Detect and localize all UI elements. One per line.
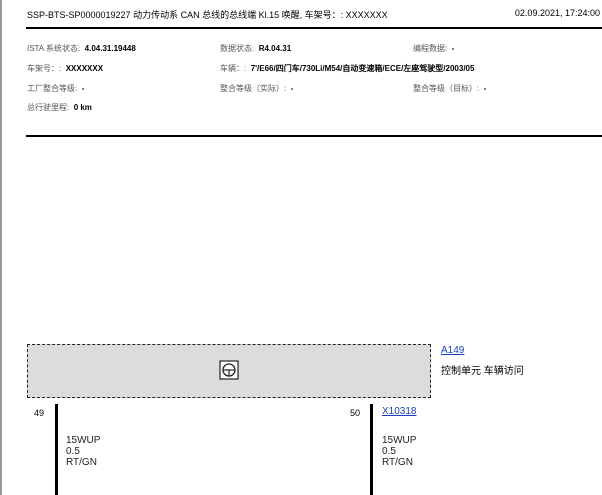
wire-left-cross-section: 0.5 (66, 446, 80, 457)
wire-right-cross-section: 0.5 (382, 446, 396, 457)
ista-status: ISTA 系统状态: 4.04.31.19448 (27, 38, 136, 56)
data-status-value: R4.04.31 (258, 44, 292, 53)
document-id: SSP-BTS-SP0000019227 (27, 10, 131, 20)
factory-integration-value: - (81, 84, 85, 93)
vehicle-value: 7'/E66/四门车/730Li/M54/自动变速箱/ECE/左座驾驶型/200… (250, 64, 475, 73)
total-mileage-value: 0 km (73, 103, 92, 112)
target-integration-value: - (483, 84, 487, 93)
factory-integration-label: 工厂整合等级: (27, 84, 78, 93)
document-header: SSP-BTS-SP0000019227 动力传动系 CAN 总线的总线端 Kl… (27, 8, 388, 21)
ista-status-value: 4.04.31.19448 (84, 44, 136, 53)
wire-label-left: 15WUP 0.5 RT/GN (66, 435, 100, 468)
wire-left-color: RT/GN (66, 457, 97, 468)
data-status: 数据状态: R4.04.31 (220, 38, 291, 56)
ista-status-label: ISTA 系统状态: (27, 44, 81, 53)
wire-right-name: 15WUP (382, 435, 417, 446)
info-divider (26, 135, 602, 137)
component-name: 控制单元 车辆访问 (441, 366, 524, 377)
steering-wheel-icon (219, 360, 239, 380)
wire-right-color: RT/GN (382, 457, 413, 468)
factory-integration-level: 工厂整合等级: - (27, 78, 84, 96)
pin-number-right: 50 (350, 408, 361, 418)
actual-integration-label: 整合等级（实际）: (220, 84, 287, 93)
programming-data: 编程数据: - (413, 38, 454, 56)
programming-data-label: 编程数据: (413, 44, 448, 53)
total-mileage: 总行驶里程: 0 km (27, 97, 92, 115)
vin-value: XXXXXXX (65, 64, 104, 73)
vin: 车架号：: XXXXXXX (27, 58, 103, 76)
target-integration-label: 整合等级（目标）: (413, 84, 480, 93)
vehicle-label: 车辆：: (220, 64, 247, 73)
actual-integration-level: 整合等级（实际）: - (220, 78, 293, 96)
document-datetime: 02.09.2021, 17:24:00 (514, 8, 600, 18)
wire-label-right: 15WUP 0.5 RT/GN (382, 435, 416, 468)
vehicle: 车辆：: 7'/E66/四门车/730Li/M54/自动变速箱/ECE/左座驾驶… (220, 58, 474, 76)
programming-data-value: - (451, 44, 455, 53)
document-title: 动力传动系 CAN 总线的总线端 Kl.15 唤醒, 车架号：: XXXXXXX (133, 10, 388, 20)
wire-right[interactable] (370, 404, 373, 495)
target-integration-level: 整合等级（目标）: - (413, 78, 486, 96)
vin-label: 车架号：: (27, 64, 62, 73)
total-mileage-label: 总行驶里程: (27, 103, 70, 112)
component-link-a149[interactable]: A149 (441, 345, 464, 356)
page-left-border (0, 0, 2, 495)
header-divider (26, 27, 602, 29)
wire-left[interactable] (55, 404, 58, 495)
data-status-label: 数据状态: (220, 44, 255, 53)
wire-left-name: 15WUP (66, 435, 101, 446)
connector-link-x10318[interactable]: X10318 (382, 406, 416, 417)
pin-number-left: 49 (34, 408, 45, 418)
actual-integration-value: - (290, 84, 294, 93)
